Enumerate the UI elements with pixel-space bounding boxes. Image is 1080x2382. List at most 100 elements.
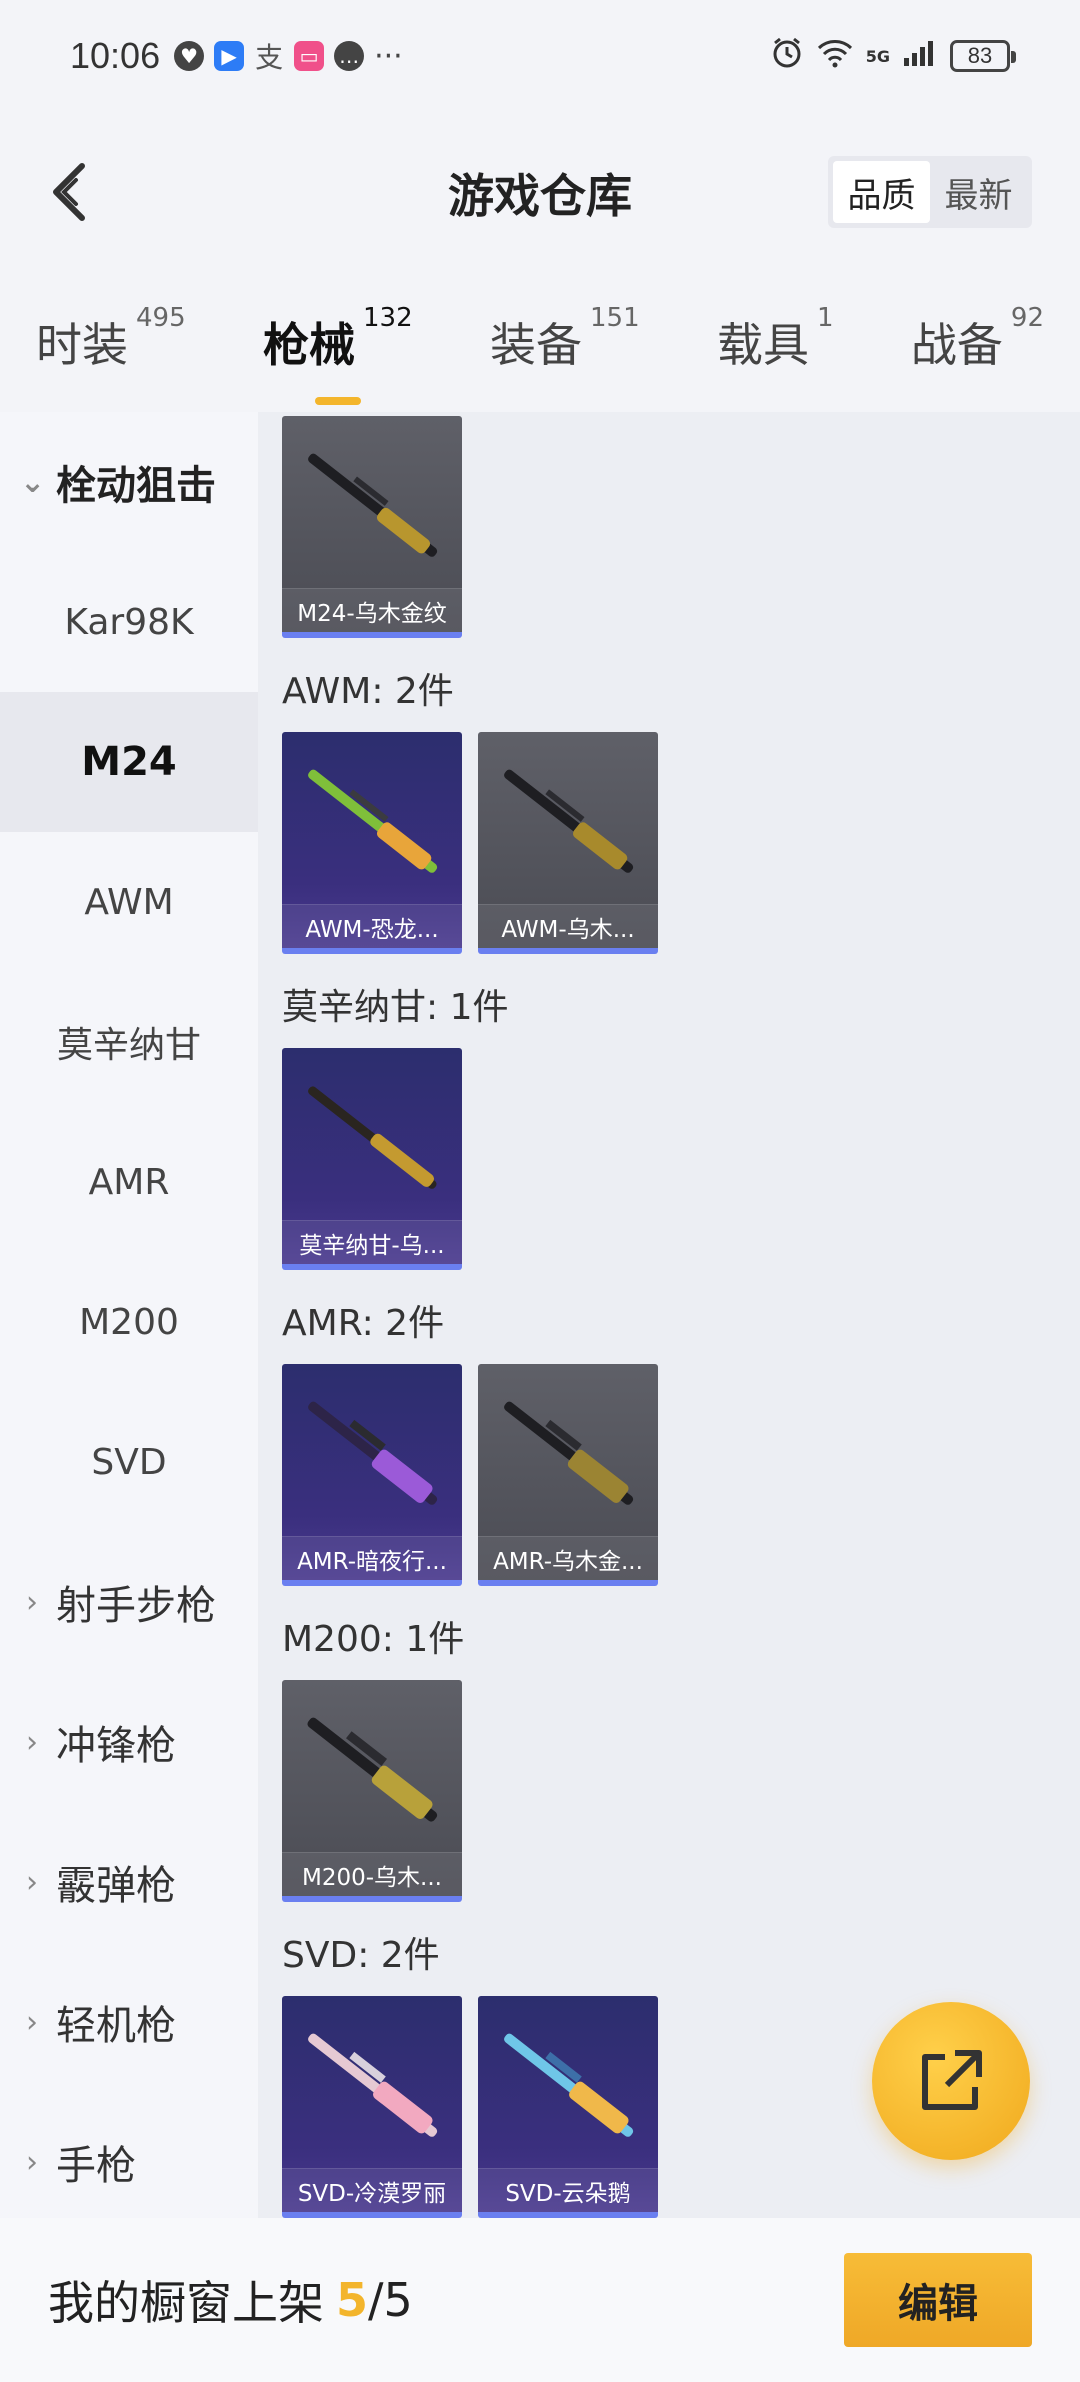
tab-count: 132 [363, 303, 413, 333]
wifi-icon [816, 38, 854, 75]
share-button[interactable] [872, 2002, 1030, 2160]
sidebar-item-m24[interactable]: M24 [0, 692, 258, 832]
sidebar-item-awm[interactable]: AWM [0, 832, 258, 972]
rifle-image [504, 769, 634, 873]
notification-icons: ♥ ▶ 支 ▭ … ··· [174, 39, 403, 74]
sort-by-newest[interactable]: 最新 [930, 161, 1027, 223]
sort-toggle: 品质 最新 [828, 156, 1032, 228]
chevron-right-icon: › [26, 1724, 38, 1760]
rifle-image [308, 1401, 438, 1505]
rifle-image [308, 1086, 437, 1189]
tab-label: 战备 [910, 318, 1003, 372]
active-tab-indicator [315, 397, 361, 405]
chevron-right-icon: › [26, 1864, 38, 1900]
skin-name: AMR-暗夜行... [282, 1536, 462, 1580]
sidebar-item-svd[interactable]: SVD [0, 1392, 258, 1532]
skin-name: AWM-恐龙... [282, 904, 462, 948]
showcase-current: 5 [336, 2273, 369, 2327]
tab-label: 载具 [717, 318, 809, 372]
chevron-down-icon: ⌄ [20, 464, 46, 500]
skin-card[interactable]: SVD-云朵鹅 [478, 1996, 658, 2218]
chat-bubble-icon: … [334, 41, 365, 71]
rifle-image [308, 769, 438, 873]
skin-card[interactable]: AWM-乌木... [478, 732, 658, 954]
tab-count: 1 [817, 303, 834, 333]
page-header: 游戏仓库 品质 最新 [0, 112, 1080, 272]
skin-card[interactable]: AMR-乌木金... [478, 1364, 658, 1586]
sidebar-item-kar98k[interactable]: Kar98K [0, 552, 258, 692]
app-blue-icon: ▶ [214, 41, 245, 71]
skin-card[interactable]: SVD-冷漠罗丽 [282, 1996, 462, 2218]
sidebar-item-label: 冲锋枪 [56, 1723, 176, 1769]
tab-fashion[interactable]: 时装 495 [36, 303, 186, 375]
section-title: AWM: 2件 [282, 671, 454, 712]
chevron-right-icon: › [26, 2004, 38, 2040]
sort-by-quality[interactable]: 品质 [833, 161, 930, 223]
tab-count: 495 [136, 303, 186, 333]
skin-name: SVD-冷漠罗丽 [282, 2168, 462, 2212]
tab-count: 151 [590, 303, 640, 333]
section-title: AMR: 2件 [282, 1303, 445, 1344]
more-dots-icon: ··· [374, 38, 403, 74]
status-bar: 10:06 ♥ ▶ 支 ▭ … ··· 5G 83 [0, 0, 1080, 112]
sidebar-item-label: 霰弹枪 [56, 1863, 176, 1909]
heart-badge-icon: ♥ [174, 41, 205, 71]
rifle-image [308, 453, 438, 557]
sidebar-item-mosin[interactable]: 莫辛纳甘 [0, 972, 258, 1112]
sidebar-group-lmg[interactable]: › 轻机枪 [0, 1952, 258, 2092]
tab-count: 92 [1010, 303, 1044, 333]
sidebar-item-amr[interactable]: AMR [0, 1112, 258, 1252]
weapon-category-sidebar: ⌄ 栓动狙击 Kar98K M24 AWM 莫辛纳甘 AMR M200 SVD … [0, 412, 258, 2218]
skin-name: M24-乌木金纹 [282, 588, 462, 632]
tab-label: 枪械 [263, 318, 355, 372]
rifle-image [307, 1717, 438, 1822]
alipay-icon: 支 [255, 41, 284, 74]
skin-name: 莫辛纳甘-乌... [282, 1220, 462, 1264]
skin-card[interactable]: M200-乌木... [282, 1680, 462, 1902]
edit-button[interactable]: 编辑 [844, 2253, 1032, 2347]
category-tabs: 时装 495 枪械 132 装备 151 载具 1 战备 92 [0, 272, 1080, 412]
chevron-right-icon: › [26, 1584, 38, 1620]
app-pink-icon: ▭ [294, 41, 325, 71]
sidebar-group-pistol[interactable]: › 手枪 [0, 2092, 258, 2232]
showcase-count: 5/5 [336, 2273, 413, 2327]
skin-card[interactable]: AWM-恐龙... [282, 732, 462, 954]
showcase-separator: / [368, 2273, 384, 2327]
tab-equipment[interactable]: 装备 151 [490, 303, 640, 375]
sidebar-item-label: 射手步枪 [56, 1583, 216, 1629]
chevron-right-icon: › [26, 2144, 38, 2180]
skin-name: AMR-乌木金... [478, 1536, 658, 1580]
tab-vehicles[interactable]: 载具 1 [717, 303, 834, 375]
skin-name: M200-乌木... [282, 1852, 462, 1896]
rifle-image [504, 1401, 634, 1505]
signal-icon [902, 38, 938, 75]
network-type: 5G [865, 46, 890, 66]
skin-name: AWM-乌木... [478, 904, 658, 948]
sidebar-item-m200[interactable]: M200 [0, 1252, 258, 1392]
alarm-icon [770, 36, 804, 77]
skin-card[interactable]: AMR-暗夜行... [282, 1364, 462, 1586]
tab-supplies[interactable]: 战备 92 [910, 303, 1044, 375]
sidebar-group-bolt-action[interactable]: ⌄ 栓动狙击 [0, 412, 258, 552]
sidebar-group-smg[interactable]: › 冲锋枪 [0, 1672, 258, 1812]
share-external-icon [922, 2050, 982, 2110]
sidebar-item-label: 手枪 [56, 2143, 136, 2189]
rifle-image [308, 2033, 438, 2137]
section-title: 莫辛纳甘: 1件 [282, 987, 509, 1028]
section-title: SVD: 2件 [282, 1935, 440, 1976]
showcase-label: 我的橱窗上架 [48, 2276, 324, 2330]
showcase-bar: 我的橱窗上架 5/5 编辑 [0, 2218, 1080, 2382]
sidebar-group-dmr[interactable]: › 射手步枪 [0, 1532, 258, 1672]
skin-card[interactable]: 莫辛纳甘-乌... [282, 1048, 462, 1270]
status-time: 10:06 [70, 35, 161, 76]
battery-icon: 83 [950, 40, 1016, 72]
skin-card[interactable]: M24-乌木金纹 [282, 416, 462, 638]
tab-label: 时装 [36, 318, 128, 372]
tab-weapons[interactable]: 枪械 132 [263, 303, 413, 405]
sidebar-group-shotgun[interactable]: › 霰弹枪 [0, 1812, 258, 1952]
system-icons: 5G 83 [770, 36, 1016, 77]
tab-label: 装备 [490, 318, 582, 372]
sidebar-item-label: 栓动狙击 [56, 463, 216, 509]
rifle-image [504, 2033, 634, 2137]
sidebar-item-label: 轻机枪 [56, 2003, 176, 2049]
